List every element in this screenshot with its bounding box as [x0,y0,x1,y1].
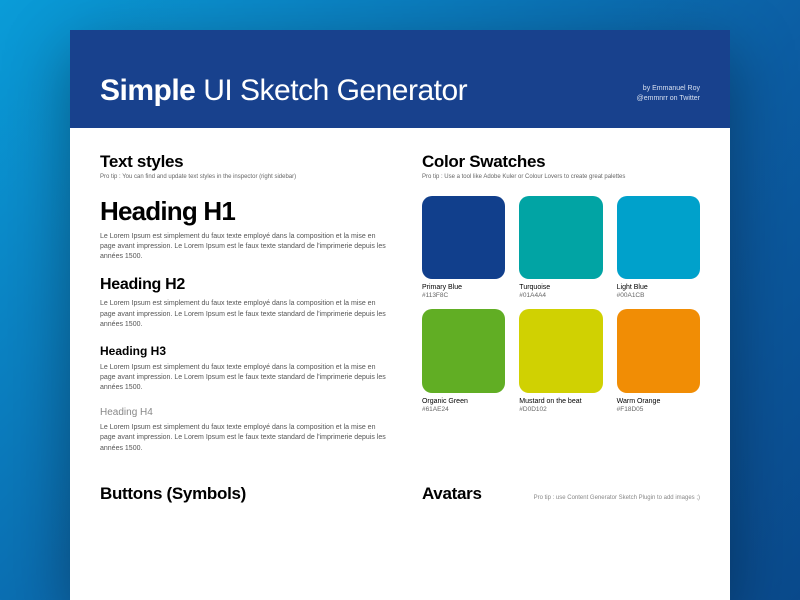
swatch-color-box [519,309,602,392]
swatch-item: Primary Blue#113F8C [422,196,505,299]
swatch-item: Organic Green#61AE24 [422,309,505,412]
content-row: Text styles Pro tip : You can find and u… [70,128,730,478]
swatch-color-box [617,309,700,392]
section-title-text-styles: Text styles [100,152,392,172]
header-credit: by Emmanuel Roy @emmnrr on Twitter [637,84,700,108]
heading-h3-sample: Heading H3 [100,344,392,358]
section-title-avatars: Avatars [422,484,482,504]
title-rest: UI Sketch Generator [195,74,467,107]
swatch-color-box [422,196,505,279]
section-title-buttons: Buttons (Symbols) [100,484,392,504]
swatch-item: Warm Orange#F18D05 [617,309,700,412]
body-text-h1: Le Lorem Ipsum est simplement du faux te… [100,232,392,262]
swatch-name: Organic Green [422,398,505,405]
page-title: Simple UI Sketch Generator [100,74,467,108]
swatch-name: Turquoise [519,284,602,291]
swatch-item: Light Blue#00A1CB [617,196,700,299]
styleguide-page: Simple UI Sketch Generator by Emmanuel R… [70,30,730,600]
buttons-section: Buttons (Symbols) [100,484,392,504]
swatch-name: Mustard on the beat [519,398,602,405]
swatch-item: Turquoise#01A4A4 [519,196,602,299]
swatch-hex: #D0D102 [519,406,602,413]
swatch-name: Warm Orange [617,398,700,405]
text-styles-section: Text styles Pro tip : You can find and u… [100,152,392,468]
body-text-h2: Le Lorem Ipsum est simplement du faux te… [100,299,392,329]
title-bold: Simple [100,74,195,107]
swatch-name: Light Blue [617,284,700,291]
heading-h2-sample: Heading H2 [100,276,392,294]
heading-h1-sample: Heading H1 [100,196,392,227]
avatars-protip: Pro tip : use Content Generator Sketch P… [534,495,700,501]
swatch-hex: #01A4A4 [519,292,602,299]
heading-h4-sample: Heading H4 [100,407,392,418]
color-swatches-section: Color Swatches Pro tip : Use a tool like… [422,152,700,468]
swatch-color-box [519,196,602,279]
text-styles-protip: Pro tip : You can find and update text s… [100,174,392,180]
header-bar: Simple UI Sketch Generator by Emmanuel R… [70,30,730,128]
swatch-hex: #F18D05 [617,406,700,413]
swatches-grid: Primary Blue#113F8CTurquoise#01A4A4Light… [422,196,700,413]
body-text-h3: Le Lorem Ipsum est simplement du faux te… [100,363,392,393]
swatch-hex: #00A1CB [617,292,700,299]
swatch-color-box [617,196,700,279]
swatch-item: Mustard on the beat#D0D102 [519,309,602,412]
avatars-section: Avatars Pro tip : use Content Generator … [422,484,700,504]
swatch-hex: #113F8C [422,292,505,299]
section-title-color-swatches: Color Swatches [422,152,700,172]
swatch-color-box [422,309,505,392]
swatch-name: Primary Blue [422,284,505,291]
body-text-h4: Le Lorem Ipsum est simplement du faux te… [100,423,392,453]
credit-line-2: @emmnrr on Twitter [637,94,700,104]
color-swatches-protip: Pro tip : Use a tool like Adobe Kuler or… [422,174,700,180]
footer-sections: Buttons (Symbols) Avatars Pro tip : use … [70,478,730,504]
credit-line-1: by Emmanuel Roy [637,84,700,94]
swatch-hex: #61AE24 [422,406,505,413]
